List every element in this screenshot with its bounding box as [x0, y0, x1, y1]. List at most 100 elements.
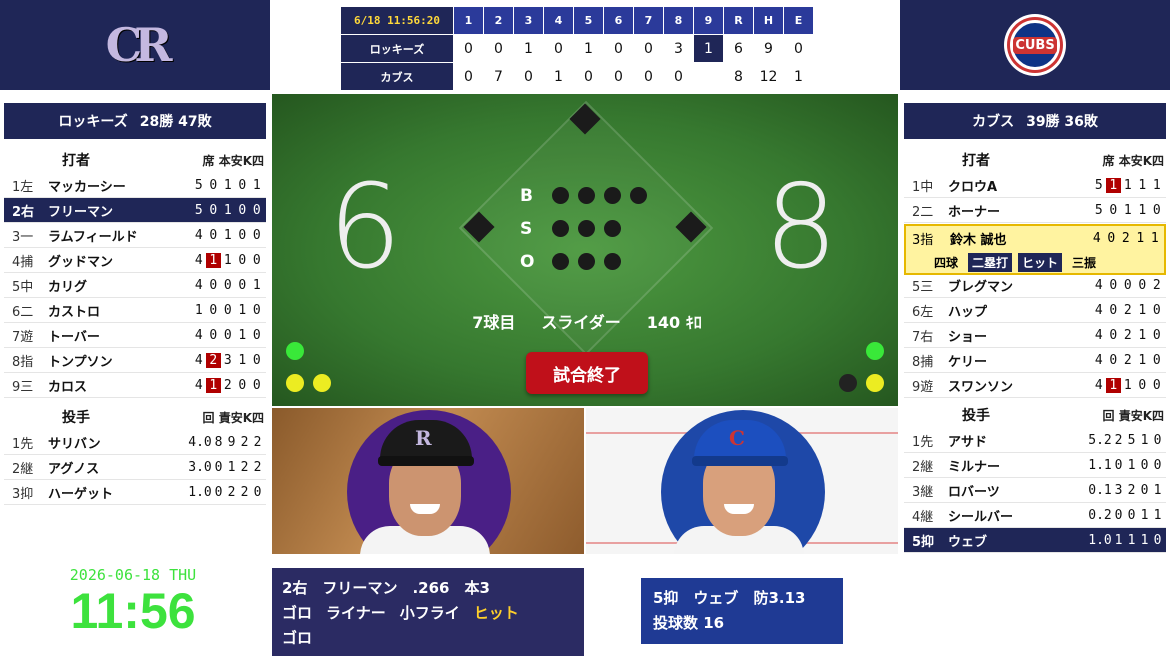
stat-value: 0	[238, 177, 247, 193]
batters-header: 打者	[62, 153, 90, 169]
batter-result: ゴロ	[282, 604, 313, 622]
pitcher-row: 4継 シールバー 0.2 0 0 1 1	[904, 503, 1166, 528]
player-name: トーバー	[48, 329, 100, 345]
stat-value: 4	[1094, 377, 1103, 393]
pitchers-columns: 回 責安K四	[202, 410, 264, 425]
stat-value: 5	[1127, 432, 1136, 448]
stat-value: 5	[1094, 177, 1103, 193]
stat-value: 1	[1153, 482, 1162, 498]
player-name: シールバー	[948, 509, 1014, 525]
stat-value: 0	[1152, 377, 1161, 393]
stat-value: 4	[194, 377, 203, 393]
stat-value: 2	[240, 484, 249, 500]
at-bat-result: ヒット	[1018, 252, 1063, 272]
position-label: 8捕	[912, 354, 934, 370]
stat-value: 5	[1094, 202, 1103, 218]
ball-label: B	[520, 186, 533, 206]
stat-value: 2	[253, 459, 262, 475]
away-inning-score: 0	[454, 35, 483, 62]
stat-value: 1	[1140, 507, 1149, 523]
inning-header: 8	[664, 7, 693, 34]
player-name: ウェブ	[948, 534, 988, 550]
position-label: 1中	[912, 179, 934, 195]
stat-value: 2	[206, 352, 221, 368]
stat-value: 2	[1127, 482, 1136, 498]
stat-value: 1	[227, 459, 236, 475]
stat-value: 0	[238, 202, 247, 218]
rockies-logo-header: CR	[0, 0, 270, 90]
stat-value: 1	[223, 177, 232, 193]
stat-value: 1	[223, 202, 232, 218]
stat-value: 2	[1123, 327, 1132, 343]
batter-row: 8捕 ケリー 4 0 2 1 0	[904, 348, 1166, 373]
away-team-record: 28勝 47敗	[139, 114, 212, 130]
pitcher-info-box: 5抑 ウェブ 防3.13 投球数 16	[641, 578, 843, 644]
ball-lamp	[630, 187, 647, 204]
stat-value: 4	[194, 327, 203, 343]
cubs-logo-icon: CUBS	[1004, 14, 1066, 76]
home-runs: 8	[724, 63, 753, 90]
stat-value: 4	[194, 277, 203, 293]
stat-value: 1	[238, 327, 247, 343]
batters-columns: 席 本安K四	[202, 153, 264, 168]
pitcher-row: 1先 サリバン 4.0 8 9 2 2	[4, 430, 266, 455]
stat-value: 0	[252, 327, 261, 343]
player-name: サリバン	[48, 436, 101, 452]
stat-value: 2	[1114, 432, 1123, 448]
pitchers-header: 投手	[62, 410, 90, 426]
home-inning-score: 0	[664, 63, 693, 90]
stat-value: 0	[1114, 457, 1123, 473]
stat-value: 1	[194, 302, 203, 318]
pitcher-row: 2継 ミルナー 1.1 0 1 0 0	[904, 453, 1166, 478]
batters-columns: 席 本安K四	[1102, 153, 1164, 168]
batter-row: 2二 ホーナー 5 0 1 1 0	[904, 198, 1166, 223]
stat-value: 4	[194, 352, 203, 368]
stat-value: 0	[252, 227, 261, 243]
inning-header: 1	[454, 7, 483, 34]
position-label: 3指	[912, 233, 934, 248]
out-lamp	[578, 253, 595, 270]
stat-value: 1	[1123, 202, 1132, 218]
position-label: 5抑	[912, 534, 935, 550]
stat-value: 1	[1127, 532, 1136, 548]
strike-label: S	[520, 219, 533, 239]
position-label: 5三	[912, 279, 934, 295]
stat-value: 1.0	[1088, 532, 1112, 548]
stat-value: 0	[1153, 432, 1162, 448]
stat-value: 1	[238, 302, 247, 318]
pitcher-photo: C	[586, 408, 898, 554]
home-indicator-lamp	[839, 374, 857, 392]
stat-value: 0	[1138, 377, 1147, 393]
batter-row: 6左 ハップ 4 0 2 1 0	[904, 298, 1166, 323]
stat-value: 0	[1152, 202, 1161, 218]
away-team-title: ロッキーズ 28勝 47敗	[4, 103, 266, 139]
clock-time: 11:56	[70, 583, 196, 639]
batter-row: 1左 マッカーシー 5 0 1 0 1	[4, 173, 266, 198]
stat-value: 1	[1114, 532, 1123, 548]
linescore-time: 6/18 11:56:20	[341, 7, 453, 34]
stat-value: 1	[1138, 352, 1147, 368]
stat-value: 1	[252, 277, 261, 293]
pitch-speed: 140 ｷﾛ	[646, 313, 702, 332]
pitch-number: 7球目	[472, 313, 516, 332]
strike-lamp	[552, 220, 569, 237]
home-inning-score: 0	[514, 63, 543, 90]
stat-value: 4	[1092, 231, 1101, 246]
stat-value: 1	[206, 377, 221, 393]
inning-header: 9	[694, 7, 723, 34]
player-name: カリグ	[48, 279, 88, 295]
stat-value: 1	[1138, 177, 1147, 193]
inning-header: 5	[574, 7, 603, 34]
pitcher-row: 3抑 ハーゲット 1.0 0 2 2 0	[4, 480, 266, 505]
stat-value: 1	[1127, 457, 1136, 473]
stat-value: 0	[1140, 457, 1149, 473]
home-hits: 12	[754, 63, 783, 90]
home-score: 8	[764, 160, 838, 295]
stat-value: 2	[240, 459, 249, 475]
stat-value: 1.1	[1088, 457, 1112, 473]
player-name: グッドマン	[48, 254, 114, 270]
pitcher-row: 1先 アサド 5.2 2 5 1 0	[904, 428, 1166, 453]
stat-value: 1	[223, 227, 232, 243]
home-indicator-lamp	[866, 374, 884, 392]
batter-row: 3一 ラムフィールド 4 0 1 0 0	[4, 223, 266, 248]
